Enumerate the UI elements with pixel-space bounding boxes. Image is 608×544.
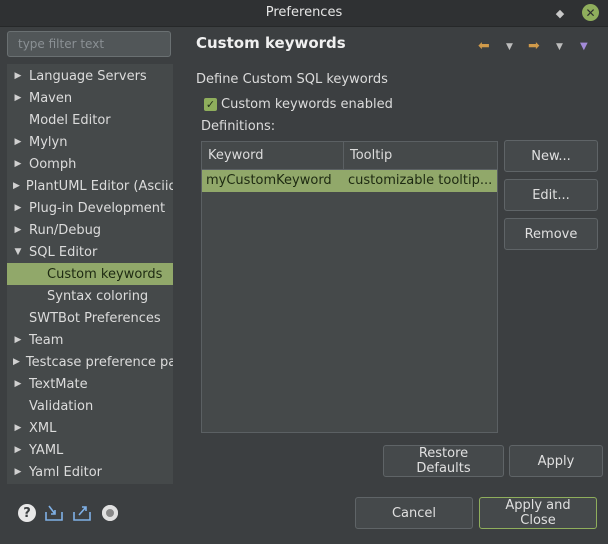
page-title: Custom keywords <box>196 34 346 52</box>
preference-tree: ▶ Language Servers ▶ Maven Model Editor ▶ M… <box>7 64 173 484</box>
restore-defaults-button[interactable]: Restore Defaults <box>383 445 504 477</box>
chevron-right-icon[interactable]: ▶ <box>13 467 23 477</box>
tree-item-plugin-development[interactable]: ▶ Plug-in Development <box>7 197 173 219</box>
chevron-right-icon[interactable]: ▶ <box>13 159 23 169</box>
table-header: Keyword Tooltip <box>202 142 497 170</box>
close-icon[interactable]: ✕ <box>582 4 599 21</box>
definitions-label: Definitions: <box>201 119 276 134</box>
checkbox-label: Custom keywords enabled <box>221 97 393 112</box>
chevron-right-icon[interactable]: ▶ <box>13 71 23 81</box>
tree-item-oomph[interactable]: ▶ Oomph <box>7 153 173 175</box>
forward-arrow-icon[interactable]: ➡ <box>528 38 540 54</box>
tree-item-textmate[interactable]: ▶ TextMate <box>7 373 173 395</box>
tree-item-swtbot-preferences[interactable]: SWTBot Preferences <box>7 307 173 329</box>
restore-icon[interactable]: ◆ <box>552 4 568 22</box>
tree-item-yaml-editor[interactable]: ▶ Yaml Editor <box>7 461 173 483</box>
view-menu-icon[interactable]: ▼ <box>580 41 588 52</box>
back-dropdown-icon[interactable]: ▼ <box>506 42 513 52</box>
definitions-table: Keyword Tooltip myCustomKeyword customiz… <box>201 141 498 433</box>
tree-item-custom-keywords[interactable]: Custom keywords <box>7 263 173 285</box>
tree-item-syntax-coloring[interactable]: Syntax coloring <box>7 285 173 307</box>
help-icon[interactable]: ? <box>18 504 36 522</box>
tree-item-language-servers[interactable]: ▶ Language Servers <box>7 65 173 87</box>
chevron-right-icon[interactable]: ▶ <box>13 445 23 455</box>
chevron-right-icon[interactable]: ▶ <box>13 203 23 213</box>
column-header-tooltip[interactable]: Tooltip <box>350 148 392 163</box>
filter-input[interactable] <box>7 31 171 57</box>
cell-keyword: myCustomKeyword <box>206 173 332 188</box>
chevron-down-icon[interactable]: ▼ <box>13 247 23 257</box>
window-title: Preferences <box>265 5 343 20</box>
record-icon[interactable] <box>100 503 120 523</box>
import-icon[interactable] <box>44 503 64 523</box>
edit-button[interactable]: Edit... <box>504 179 598 211</box>
tree-item-xml[interactable]: ▶ XML <box>7 417 173 439</box>
cell-tooltip: customizable tooltip... <box>348 173 493 188</box>
apply-and-close-button[interactable]: Apply and Close <box>479 497 597 529</box>
chevron-right-icon[interactable]: ▶ <box>13 357 20 367</box>
new-button[interactable]: New... <box>504 140 598 172</box>
tree-item-testcase-preference[interactable]: ▶ Testcase preference pag <box>7 351 173 373</box>
chevron-right-icon[interactable]: ▶ <box>13 181 20 191</box>
remove-button[interactable]: Remove <box>504 218 598 250</box>
chevron-right-icon[interactable]: ▶ <box>13 335 23 345</box>
tree-item-yaml[interactable]: ▶ YAML <box>7 439 173 461</box>
tree-item-validation[interactable]: Validation <box>7 395 173 417</box>
title-bar: Preferences ◆ ✕ <box>0 0 608 27</box>
tree-item-model-editor[interactable]: Model Editor <box>7 109 173 131</box>
forward-dropdown-icon[interactable]: ▼ <box>556 42 563 52</box>
chevron-right-icon[interactable]: ▶ <box>13 225 23 235</box>
back-arrow-icon[interactable]: ⬅ <box>478 38 490 54</box>
tree-item-plantuml-editor[interactable]: ▶ PlantUML Editor (Asciido <box>7 175 173 197</box>
tree-item-maven[interactable]: ▶ Maven <box>7 87 173 109</box>
tree-item-run-debug[interactable]: ▶ Run/Debug <box>7 219 173 241</box>
chevron-right-icon[interactable]: ▶ <box>13 137 23 147</box>
tree-item-sql-editor[interactable]: ▼ SQL Editor <box>7 241 173 263</box>
chevron-right-icon[interactable]: ▶ <box>13 93 23 103</box>
tree-item-mylyn[interactable]: ▶ Mylyn <box>7 131 173 153</box>
custom-keywords-enabled-checkbox[interactable]: ✓ Custom keywords enabled <box>204 97 393 112</box>
apply-button[interactable]: Apply <box>509 445 603 477</box>
chevron-right-icon[interactable]: ▶ <box>13 379 23 389</box>
column-header-keyword[interactable]: Keyword <box>208 148 264 163</box>
export-icon[interactable] <box>72 503 92 523</box>
page-description: Define Custom SQL keywords <box>196 72 388 87</box>
column-divider[interactable] <box>343 142 344 169</box>
chevron-right-icon[interactable]: ▶ <box>13 423 23 433</box>
tree-item-team[interactable]: ▶ Team <box>7 329 173 351</box>
checkmark-icon[interactable]: ✓ <box>204 98 217 111</box>
footer-icons: ? <box>18 502 120 524</box>
cancel-button[interactable]: Cancel <box>355 497 473 529</box>
table-row[interactable]: myCustomKeyword customizable tooltip... <box>202 170 497 192</box>
